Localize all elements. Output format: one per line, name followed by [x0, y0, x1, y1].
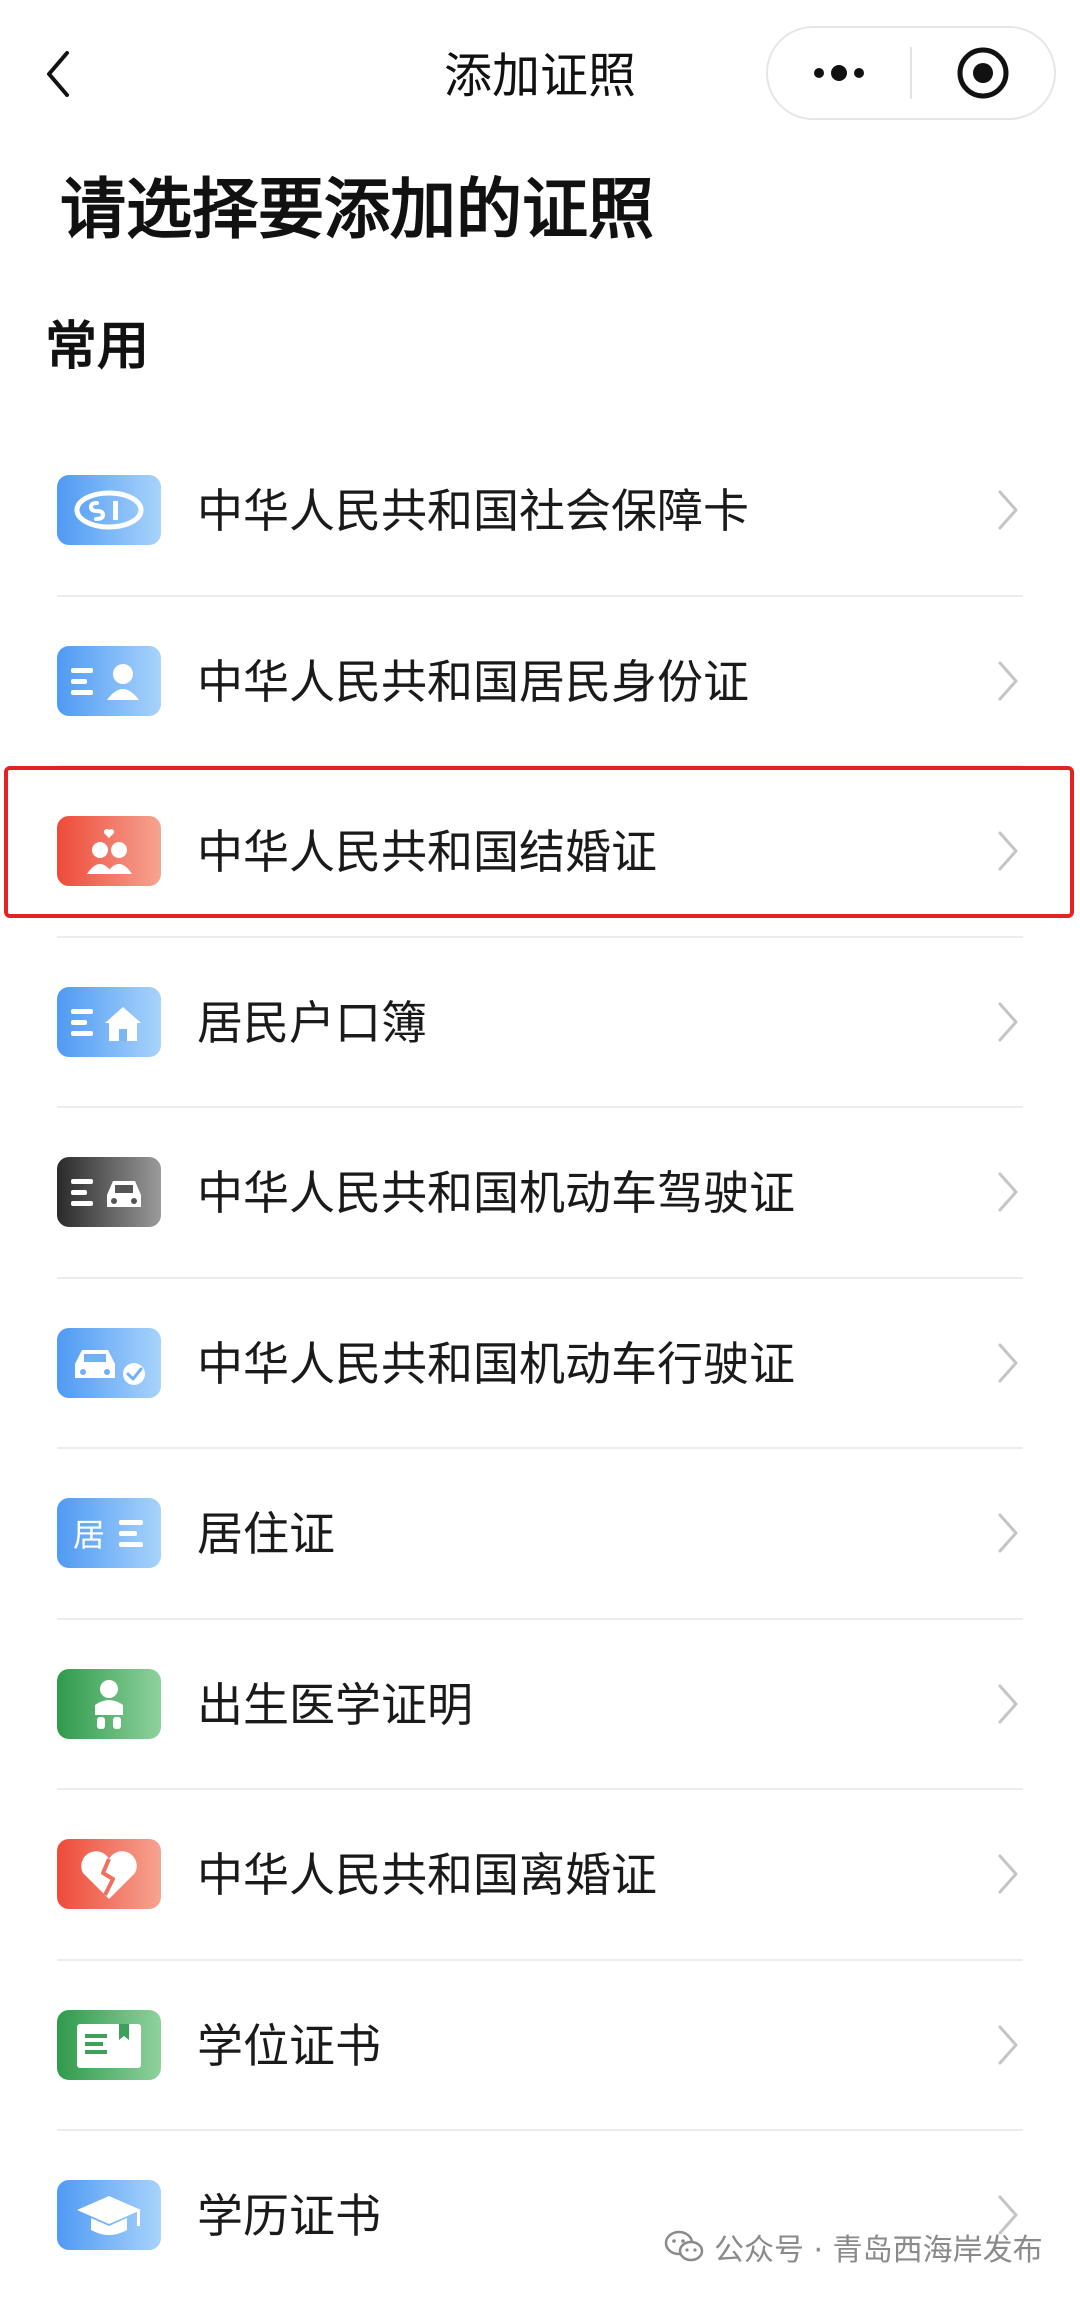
residence-permit-icon: 居	[57, 1498, 161, 1568]
chevron-right-icon	[998, 1343, 1018, 1382]
list-item-divorce-certificate[interactable]: 中华人民共和国离婚证	[0, 1790, 1080, 1961]
birth-certificate-icon	[57, 1668, 161, 1739]
vehicle-license-icon	[57, 1327, 161, 1398]
diploma-icon	[57, 2180, 161, 2250]
list-item-household-register[interactable]: 居民户口簿	[0, 938, 1080, 1108]
list-item-id-card[interactable]: 中华人民共和国居民身份证	[0, 597, 1080, 767]
more-dots-icon	[814, 65, 864, 81]
section-title: 常用	[45, 317, 150, 377]
list-item-residence-permit[interactable]: 居 居住证	[0, 1449, 1080, 1620]
list-item-social-security-card[interactable]: 中华人民共和国社会保障卡	[0, 426, 1080, 597]
driver-license-icon	[57, 1157, 161, 1227]
list-item-label: 学位证书	[197, 2018, 381, 2073]
certificate-list: 中华人民共和国社会保障卡 中华人民共和国居民身份证 中华人民共和国结婚证 居民户…	[0, 426, 1080, 2302]
list-item-vehicle-license[interactable]: 中华人民共和国机动车行驶证	[0, 1279, 1080, 1449]
list-item-label: 居住证	[197, 1507, 335, 1561]
chevron-right-icon	[998, 661, 1018, 700]
list-item-label: 学历证书	[197, 2189, 381, 2243]
chevron-right-icon	[998, 1684, 1018, 1723]
chevron-right-icon	[998, 1002, 1018, 1041]
wechat-icon	[664, 2230, 704, 2264]
target-circle-icon	[957, 47, 1009, 99]
marriage-certificate-icon	[57, 816, 161, 886]
chevron-right-icon	[998, 831, 1018, 871]
navigation-bar: 添加证照	[0, 0, 1080, 150]
chevron-right-icon	[998, 1513, 1018, 1553]
list-item-degree-certificate[interactable]: 学位证书	[0, 1961, 1080, 2131]
list-item-label: 中华人民共和国结婚证	[197, 825, 657, 879]
list-item-label: 居民户口簿	[197, 995, 427, 1050]
list-item-birth-certificate[interactable]: 出生医学证明	[0, 1620, 1080, 1790]
list-item-driver-license[interactable]: 中华人民共和国机动车驾驶证	[0, 1108, 1080, 1279]
page-heading: 请选择要添加的证照	[60, 171, 654, 248]
social-security-card-icon	[57, 475, 161, 545]
divorce-certificate-icon	[57, 1839, 161, 1909]
list-item-label: 中华人民共和国离婚证	[197, 1848, 657, 1902]
household-register-icon	[57, 986, 161, 1057]
degree-certificate-icon	[57, 2009, 161, 2080]
close-mini-program-button[interactable]	[912, 28, 1054, 118]
list-item-label: 中华人民共和国机动车行驶证	[197, 1336, 795, 1391]
list-item-marriage-certificate[interactable]: 中华人民共和国结婚证	[0, 767, 1080, 938]
list-item-label: 中华人民共和国居民身份证	[197, 654, 749, 709]
chevron-right-icon	[998, 1172, 1018, 1212]
list-item-label: 中华人民共和国机动车驾驶证	[197, 1166, 795, 1220]
chevron-right-icon	[998, 490, 1018, 530]
list-item-label: 出生医学证明	[197, 1677, 473, 1732]
chevron-right-icon	[998, 2025, 1018, 2064]
more-button[interactable]	[768, 28, 910, 118]
list-item-label: 中华人民共和国社会保障卡	[197, 484, 749, 538]
mini-program-capsule	[766, 26, 1056, 120]
list-item-diploma[interactable]: 学历证书	[0, 2131, 1080, 2302]
residence-icon-glyph: 居	[73, 1516, 105, 1554]
chevron-right-icon	[998, 1854, 1018, 1894]
watermark-text: 公众号 · 青岛西海岸发布	[714, 2233, 1043, 2268]
id-card-icon	[57, 645, 161, 716]
watermark: 公众号 · 青岛西海岸发布	[664, 2222, 1043, 2272]
